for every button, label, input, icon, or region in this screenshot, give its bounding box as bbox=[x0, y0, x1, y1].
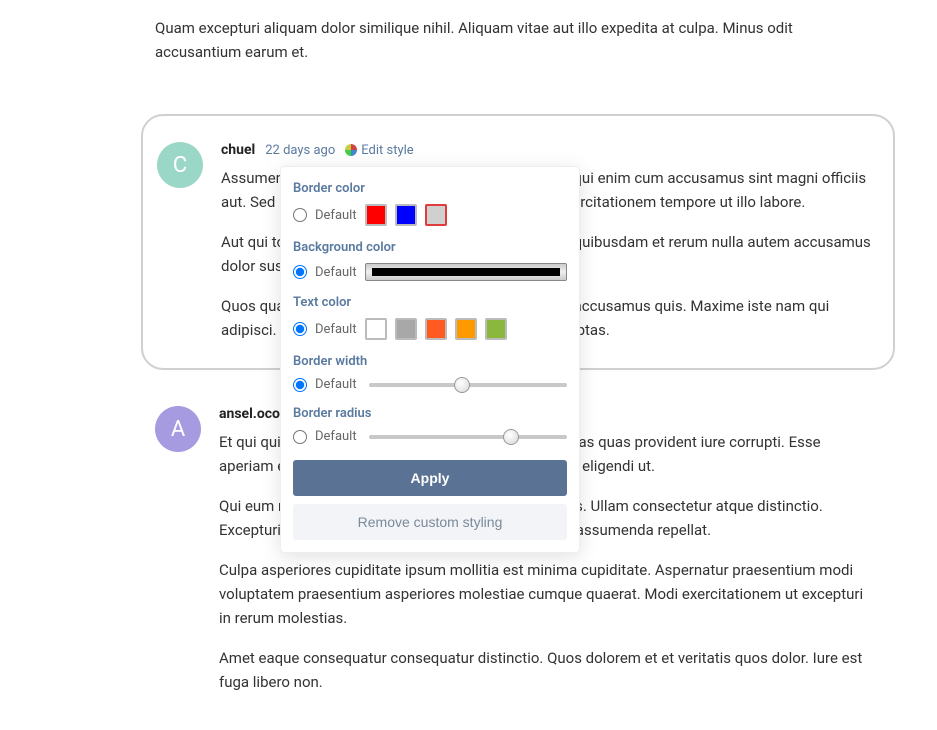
default-label: Default bbox=[315, 208, 357, 223]
text-color-default-radio[interactable] bbox=[293, 322, 307, 336]
comment-paragraph: Amet eaque consequatur consequatur disti… bbox=[219, 646, 877, 694]
swatch-white[interactable] bbox=[365, 318, 387, 340]
background-color-picker[interactable] bbox=[365, 263, 567, 281]
slider-thumb[interactable] bbox=[454, 377, 470, 393]
comment-time: 22 days ago bbox=[265, 143, 335, 158]
default-label: Default bbox=[315, 265, 357, 280]
comment-paragraph: Culpa asperiores cupiditate ipsum mollit… bbox=[219, 558, 877, 630]
swatch-grey2[interactable] bbox=[395, 318, 417, 340]
style-popover: Border color Default Background color De… bbox=[280, 166, 580, 553]
section-title-text-color: Text color bbox=[293, 295, 567, 310]
section-title-border-radius: Border radius bbox=[293, 406, 567, 421]
border-radius-slider[interactable] bbox=[369, 435, 567, 439]
avatar: C bbox=[157, 142, 203, 188]
border-radius-default-radio[interactable] bbox=[293, 430, 307, 444]
apply-button[interactable]: Apply bbox=[293, 460, 567, 496]
remove-styling-button[interactable]: Remove custom styling bbox=[293, 504, 567, 540]
border-width-default-radio[interactable] bbox=[293, 378, 307, 392]
avatar: A bbox=[155, 406, 201, 452]
default-label: Default bbox=[315, 377, 357, 392]
background-color-default-radio[interactable] bbox=[293, 265, 307, 279]
swatch-grey[interactable] bbox=[425, 204, 447, 226]
intro-text: Quam excepturi aliquam dolor similique n… bbox=[155, 16, 877, 64]
default-label: Default bbox=[315, 322, 357, 337]
comment-author: chuel bbox=[221, 142, 255, 158]
edit-style-link[interactable]: Edit style bbox=[345, 143, 413, 158]
swatch-orange-red[interactable] bbox=[425, 318, 447, 340]
section-title-background-color: Background color bbox=[293, 240, 567, 255]
swatch-orange[interactable] bbox=[455, 318, 477, 340]
default-label: Default bbox=[315, 429, 357, 444]
border-width-slider[interactable] bbox=[369, 383, 567, 387]
border-color-default-radio[interactable] bbox=[293, 208, 307, 222]
swatch-red[interactable] bbox=[365, 204, 387, 226]
palette-icon bbox=[345, 144, 357, 156]
swatch-blue[interactable] bbox=[395, 204, 417, 226]
section-title-border-width: Border width bbox=[293, 354, 567, 369]
section-title-border-color: Border color bbox=[293, 181, 567, 196]
swatch-green[interactable] bbox=[485, 318, 507, 340]
edit-style-label: Edit style bbox=[361, 143, 413, 158]
slider-thumb[interactable] bbox=[503, 429, 519, 445]
